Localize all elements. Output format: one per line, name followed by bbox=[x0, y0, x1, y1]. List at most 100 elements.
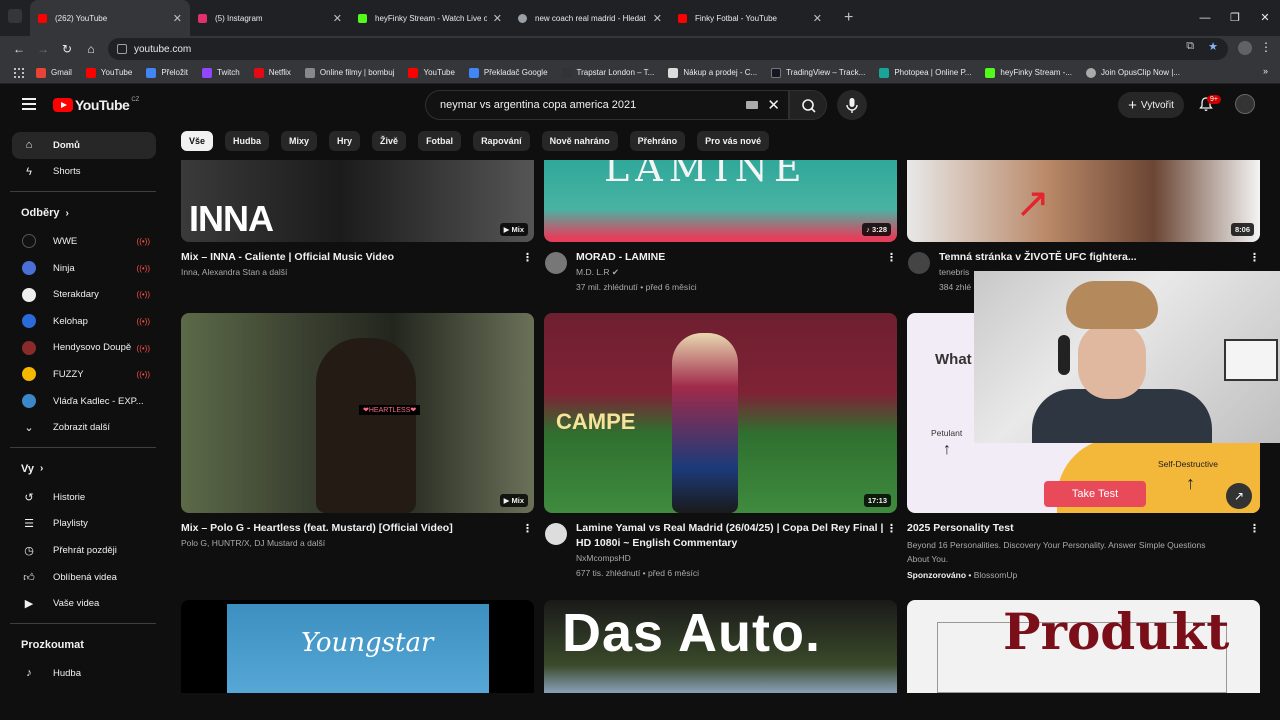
subscriptions-heading[interactable]: Odběry › bbox=[12, 198, 156, 228]
ad-title[interactable]: 2025 Personality Test bbox=[907, 521, 1014, 536]
video-title-line2[interactable]: HD 1080i ~ English Commentary bbox=[576, 536, 737, 551]
sidebar-channel-fuzzy[interactable]: FUZZY ((•)) bbox=[12, 361, 156, 388]
external-link-icon[interactable]: ↗ bbox=[1226, 483, 1252, 509]
chip-music[interactable]: Hudba bbox=[225, 131, 270, 151]
close-window-button[interactable]: ✕ bbox=[1250, 0, 1280, 36]
channel-avatar[interactable] bbox=[908, 252, 930, 274]
you-heading[interactable]: Vy › bbox=[12, 454, 156, 484]
bookmark-prelozit[interactable]: Přeložit bbox=[146, 67, 188, 78]
forward-arrow-icon[interactable]: → bbox=[32, 42, 54, 56]
tab-heyfinky-stream[interactable]: heyFinky Stream - Watch Live o ✕ bbox=[350, 0, 510, 36]
sidebar-channel-kelohap[interactable]: Kelohap ((•)) bbox=[12, 308, 156, 335]
menu-hamburger-icon[interactable] bbox=[22, 98, 36, 110]
video-thumbnail[interactable]: ↗ 8:06 bbox=[907, 160, 1260, 242]
sidebar-item-playlists[interactable]: ☰ Playlisty bbox=[12, 511, 156, 538]
sidebar-channel-hendysovo[interactable]: Hendysovo Doupě ((•)) bbox=[12, 335, 156, 362]
bookmark-trapstar[interactable]: Trapstar London – T... bbox=[561, 67, 654, 78]
bookmark-star-icon[interactable]: ★ bbox=[1208, 40, 1218, 53]
address-bar[interactable]: youtube.com ⧉ ★ bbox=[108, 38, 1228, 60]
bookmark-photopea[interactable]: Photopea | Online P... bbox=[879, 67, 971, 78]
bookmark-youtube-2[interactable]: YouTube bbox=[408, 67, 455, 78]
chip-recently-uploaded[interactable]: Nově nahráno bbox=[541, 131, 618, 151]
sidebar-channel-vlada-kadlec[interactable]: Vláďa Kadlec - EXP... bbox=[12, 388, 156, 415]
video-thumbnail[interactable]: CAMPE 17:13 bbox=[544, 313, 897, 513]
chip-live[interactable]: Živě bbox=[372, 131, 407, 151]
minimize-button[interactable]: — bbox=[1190, 0, 1220, 36]
video-channel[interactable]: Polo G, HUNTR/X, DJ Mustard a další bbox=[181, 536, 325, 551]
close-tab-icon[interactable]: ✕ bbox=[333, 12, 342, 25]
sidebar-channel-sterakdary[interactable]: Sterakdary ((•)) bbox=[12, 281, 156, 308]
back-arrow-icon[interactable]: ← bbox=[8, 42, 30, 56]
bookmark-opusclip[interactable]: Join OpusClip Now |... bbox=[1086, 67, 1180, 78]
tab-instagram[interactable]: (5) Instagram ✕ bbox=[190, 0, 350, 36]
extension-icon[interactable] bbox=[1238, 41, 1252, 55]
sidebar-channel-wwe[interactable]: WWE ((•)) bbox=[12, 228, 156, 255]
video-title[interactable]: Mix – Polo G - Heartless (feat. Mustard)… bbox=[181, 521, 453, 536]
video-thumbnail[interactable]: LAMINE ♪ 3:28 bbox=[544, 160, 897, 242]
bookmark-tradingview[interactable]: TradingView – Track... bbox=[771, 67, 865, 78]
video-thumbnail[interactable]: ❤HEARTLESS❤ ▶ Mix bbox=[181, 313, 534, 513]
close-tab-icon[interactable]: ✕ bbox=[493, 12, 502, 25]
sidebar-channel-ninja[interactable]: Ninja ((•)) bbox=[12, 255, 156, 282]
browser-menu-icon[interactable]: ⋮ bbox=[1260, 40, 1272, 54]
account-avatar[interactable] bbox=[1235, 94, 1255, 114]
clear-search-icon[interactable]: ✕ bbox=[767, 96, 780, 114]
bookmark-gmail[interactable]: Gmail bbox=[36, 67, 72, 78]
create-button[interactable]: + Vytvořit bbox=[1118, 92, 1184, 118]
tab-google-search[interactable]: new coach real madrid - Hledat ✕ bbox=[510, 0, 670, 36]
bookmark-nakup-prodej[interactable]: Nákup a prodej - C... bbox=[668, 67, 757, 78]
channel-avatar[interactable] bbox=[545, 523, 567, 545]
more-bookmarks-icon[interactable]: » bbox=[1263, 66, 1268, 76]
install-app-icon[interactable]: ⧉ bbox=[1186, 40, 1194, 53]
video-channel[interactable]: NxMcompsHD bbox=[576, 551, 631, 566]
video-title[interactable]: MORAD - LAMINE bbox=[576, 250, 665, 265]
bookmark-bombuj[interactable]: Online filmy | bombuj bbox=[304, 67, 394, 78]
video-thumbnail[interactable]: Youngstar bbox=[181, 600, 534, 693]
new-tab-button[interactable]: + bbox=[844, 9, 853, 27]
tab-youtube[interactable]: (262) YouTube ✕ bbox=[30, 0, 190, 36]
bookmark-google-translate[interactable]: Překladač Google bbox=[468, 67, 548, 78]
site-info-icon[interactable] bbox=[117, 44, 127, 54]
chip-watched[interactable]: Přehráno bbox=[629, 131, 686, 151]
youtube-logo[interactable]: YouTube CZ bbox=[53, 97, 139, 113]
sidebar-item-music[interactable]: ♪ Hudba bbox=[12, 660, 156, 687]
video-channel[interactable]: Inna, Alexandra Stan a další bbox=[181, 265, 287, 280]
close-tab-icon[interactable]: ✕ bbox=[813, 12, 822, 25]
search-button[interactable] bbox=[789, 90, 827, 120]
chip-games[interactable]: Hry bbox=[329, 131, 361, 151]
more-options-icon[interactable]: ⋮ bbox=[886, 251, 897, 264]
video-title-line1[interactable]: Lamine Yamal vs Real Madrid (26/04/25) |… bbox=[576, 521, 883, 536]
video-thumbnail[interactable]: Produkt bbox=[907, 600, 1260, 693]
more-options-icon[interactable]: ⋮ bbox=[522, 251, 533, 264]
keyboard-icon[interactable] bbox=[746, 101, 758, 109]
chip-mixes[interactable]: Mixy bbox=[281, 131, 318, 151]
close-tab-icon[interactable]: ✕ bbox=[653, 12, 662, 25]
take-test-button[interactable]: Take Test bbox=[1044, 481, 1146, 507]
bookmark-twitch[interactable]: Twitch bbox=[202, 67, 240, 78]
apps-grid-icon[interactable] bbox=[14, 67, 24, 78]
video-title[interactable]: Mix – INNA - Caliente | Official Music V… bbox=[181, 250, 394, 265]
channel-avatar[interactable] bbox=[545, 252, 567, 274]
more-options-icon[interactable]: ⋮ bbox=[1249, 251, 1260, 264]
video-thumbnail[interactable]: INNA ▶ Mix bbox=[181, 160, 534, 242]
bookmark-heyfinky[interactable]: heyFinky Stream -... bbox=[985, 67, 1072, 78]
advertiser-name[interactable]: BlossomUp bbox=[974, 570, 1017, 580]
chip-football[interactable]: Fotbal bbox=[418, 131, 462, 151]
more-options-icon[interactable]: ⋮ bbox=[1249, 522, 1260, 535]
video-thumbnail[interactable]: Das Auto. bbox=[544, 600, 897, 693]
video-title[interactable]: Temná stránka v ŽIVOTĚ UFC fightera... bbox=[939, 250, 1137, 265]
bookmark-netflix[interactable]: Netflix bbox=[253, 67, 291, 78]
sidebar-item-your-videos[interactable]: ▶ Vaše videa bbox=[12, 590, 156, 617]
chip-rap[interactable]: Rapování bbox=[473, 131, 530, 151]
video-channel[interactable]: tenebris bbox=[939, 265, 969, 280]
close-tab-icon[interactable]: ✕ bbox=[173, 12, 182, 25]
bookmark-youtube[interactable]: YouTube bbox=[85, 67, 132, 78]
tab-search-button[interactable] bbox=[8, 9, 22, 23]
sidebar-item-liked-videos[interactable]: 👍︎ Oblíbená videa bbox=[12, 564, 156, 591]
sidebar-item-shorts[interactable]: ϟ Shorts bbox=[12, 159, 156, 186]
more-options-icon[interactable]: ⋮ bbox=[522, 522, 533, 535]
voice-search-button[interactable] bbox=[837, 90, 867, 120]
chip-new-to-you[interactable]: Pro vás nové bbox=[697, 131, 770, 151]
more-options-icon[interactable]: ⋮ bbox=[886, 522, 897, 535]
maximize-button[interactable]: ❐ bbox=[1220, 0, 1250, 36]
